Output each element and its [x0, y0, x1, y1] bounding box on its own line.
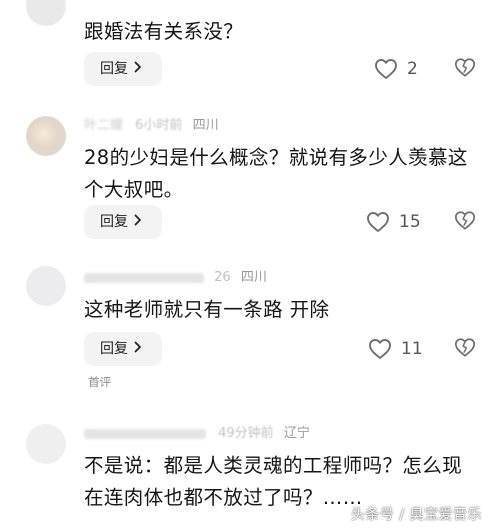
reply-button[interactable]: 回复 — [84, 52, 162, 86]
avatar[interactable] — [26, 0, 66, 26]
comment-location: 辽宁 — [283, 426, 310, 441]
like-button[interactable]: 11 — [368, 336, 423, 362]
comment-meta: 49分钟前 辽宁 — [84, 424, 310, 444]
broken-heart-icon — [454, 338, 476, 362]
dislike-button[interactable] — [454, 210, 476, 235]
reply-label: 回复 — [100, 341, 128, 357]
reply-label: 回复 — [100, 61, 128, 77]
dislike-button[interactable] — [454, 337, 476, 362]
comment-item: 叶二嫂 6小时前 四川 28的少妇是什么概念？就说有多少人羡慕这个大叔吧。 回复… — [0, 108, 500, 268]
chevron-right-icon — [134, 52, 142, 86]
heart-icon — [366, 211, 390, 233]
reply-button[interactable]: 回复 — [84, 332, 162, 366]
heart-icon — [368, 338, 392, 360]
comment-text: 跟婚法有关系没？ — [84, 20, 244, 43]
broken-heart-icon — [454, 58, 476, 82]
comment-time: 49分钟前 — [218, 426, 274, 441]
like-button[interactable]: 2 — [374, 56, 418, 82]
username[interactable] — [84, 428, 206, 439]
comment-location: 四川 — [192, 118, 219, 133]
like-count: 2 — [407, 59, 418, 79]
chevron-right-icon — [134, 332, 142, 366]
username[interactable] — [84, 272, 204, 283]
comment-item: 26 四川 这种老师就只有一条路 开除 回复 11 首评 — [0, 262, 500, 412]
like-count: 11 — [401, 339, 423, 359]
comment-time: 26 — [214, 270, 231, 285]
comment-item: 跟婚法有关系没？ 回复 2 — [0, 0, 500, 100]
comment-text: 这种老师就只有一条路 开除 — [84, 298, 330, 321]
like-button[interactable]: 15 — [366, 209, 421, 235]
avatar[interactable] — [26, 116, 66, 156]
first-comment-tag: 首评 — [88, 375, 111, 389]
chevron-right-icon — [134, 205, 142, 239]
reply-button[interactable]: 回复 — [84, 205, 162, 239]
username[interactable]: 叶二嫂 — [84, 116, 123, 136]
comment-text: 28的少妇是什么概念？就说有多少人羡慕这个大叔吧。 — [84, 146, 468, 201]
comment-location: 四川 — [240, 270, 267, 285]
avatar[interactable] — [26, 424, 66, 464]
comment-meta: 叶二嫂 6小时前 四川 — [84, 116, 219, 136]
heart-icon — [374, 58, 398, 80]
like-count: 15 — [399, 212, 421, 232]
watermark: 头条号 / 臭宝爱音乐 — [350, 507, 482, 523]
dislike-button[interactable] — [454, 57, 476, 82]
comment-meta: 26 四川 — [84, 268, 267, 288]
reply-label: 回复 — [100, 214, 128, 230]
avatar[interactable] — [26, 266, 66, 306]
broken-heart-icon — [454, 211, 476, 235]
comment-time: 6小时前 — [135, 118, 183, 133]
